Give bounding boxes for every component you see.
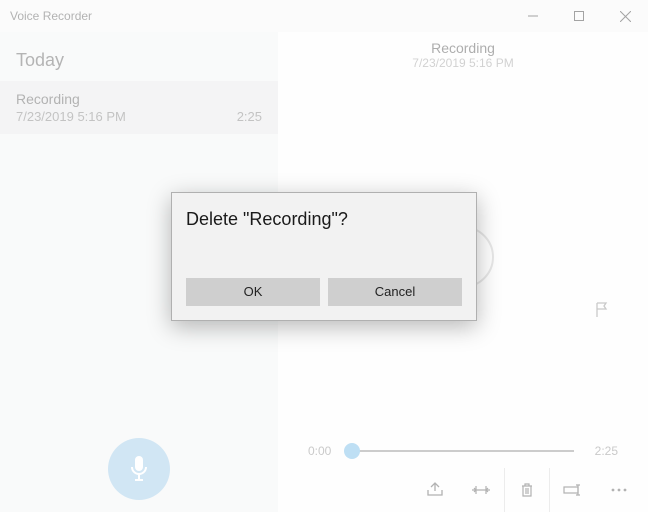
- cancel-button[interactable]: Cancel: [328, 278, 462, 306]
- modal-overlay: Delete "Recording"? OK Cancel: [0, 0, 648, 512]
- dialog-title: Delete "Recording"?: [186, 209, 462, 230]
- dialog-buttons: OK Cancel: [186, 278, 462, 306]
- app-window: Voice Recorder Today Recording 7/23/2019…: [0, 0, 648, 512]
- delete-dialog: Delete "Recording"? OK Cancel: [171, 192, 477, 321]
- ok-button[interactable]: OK: [186, 278, 320, 306]
